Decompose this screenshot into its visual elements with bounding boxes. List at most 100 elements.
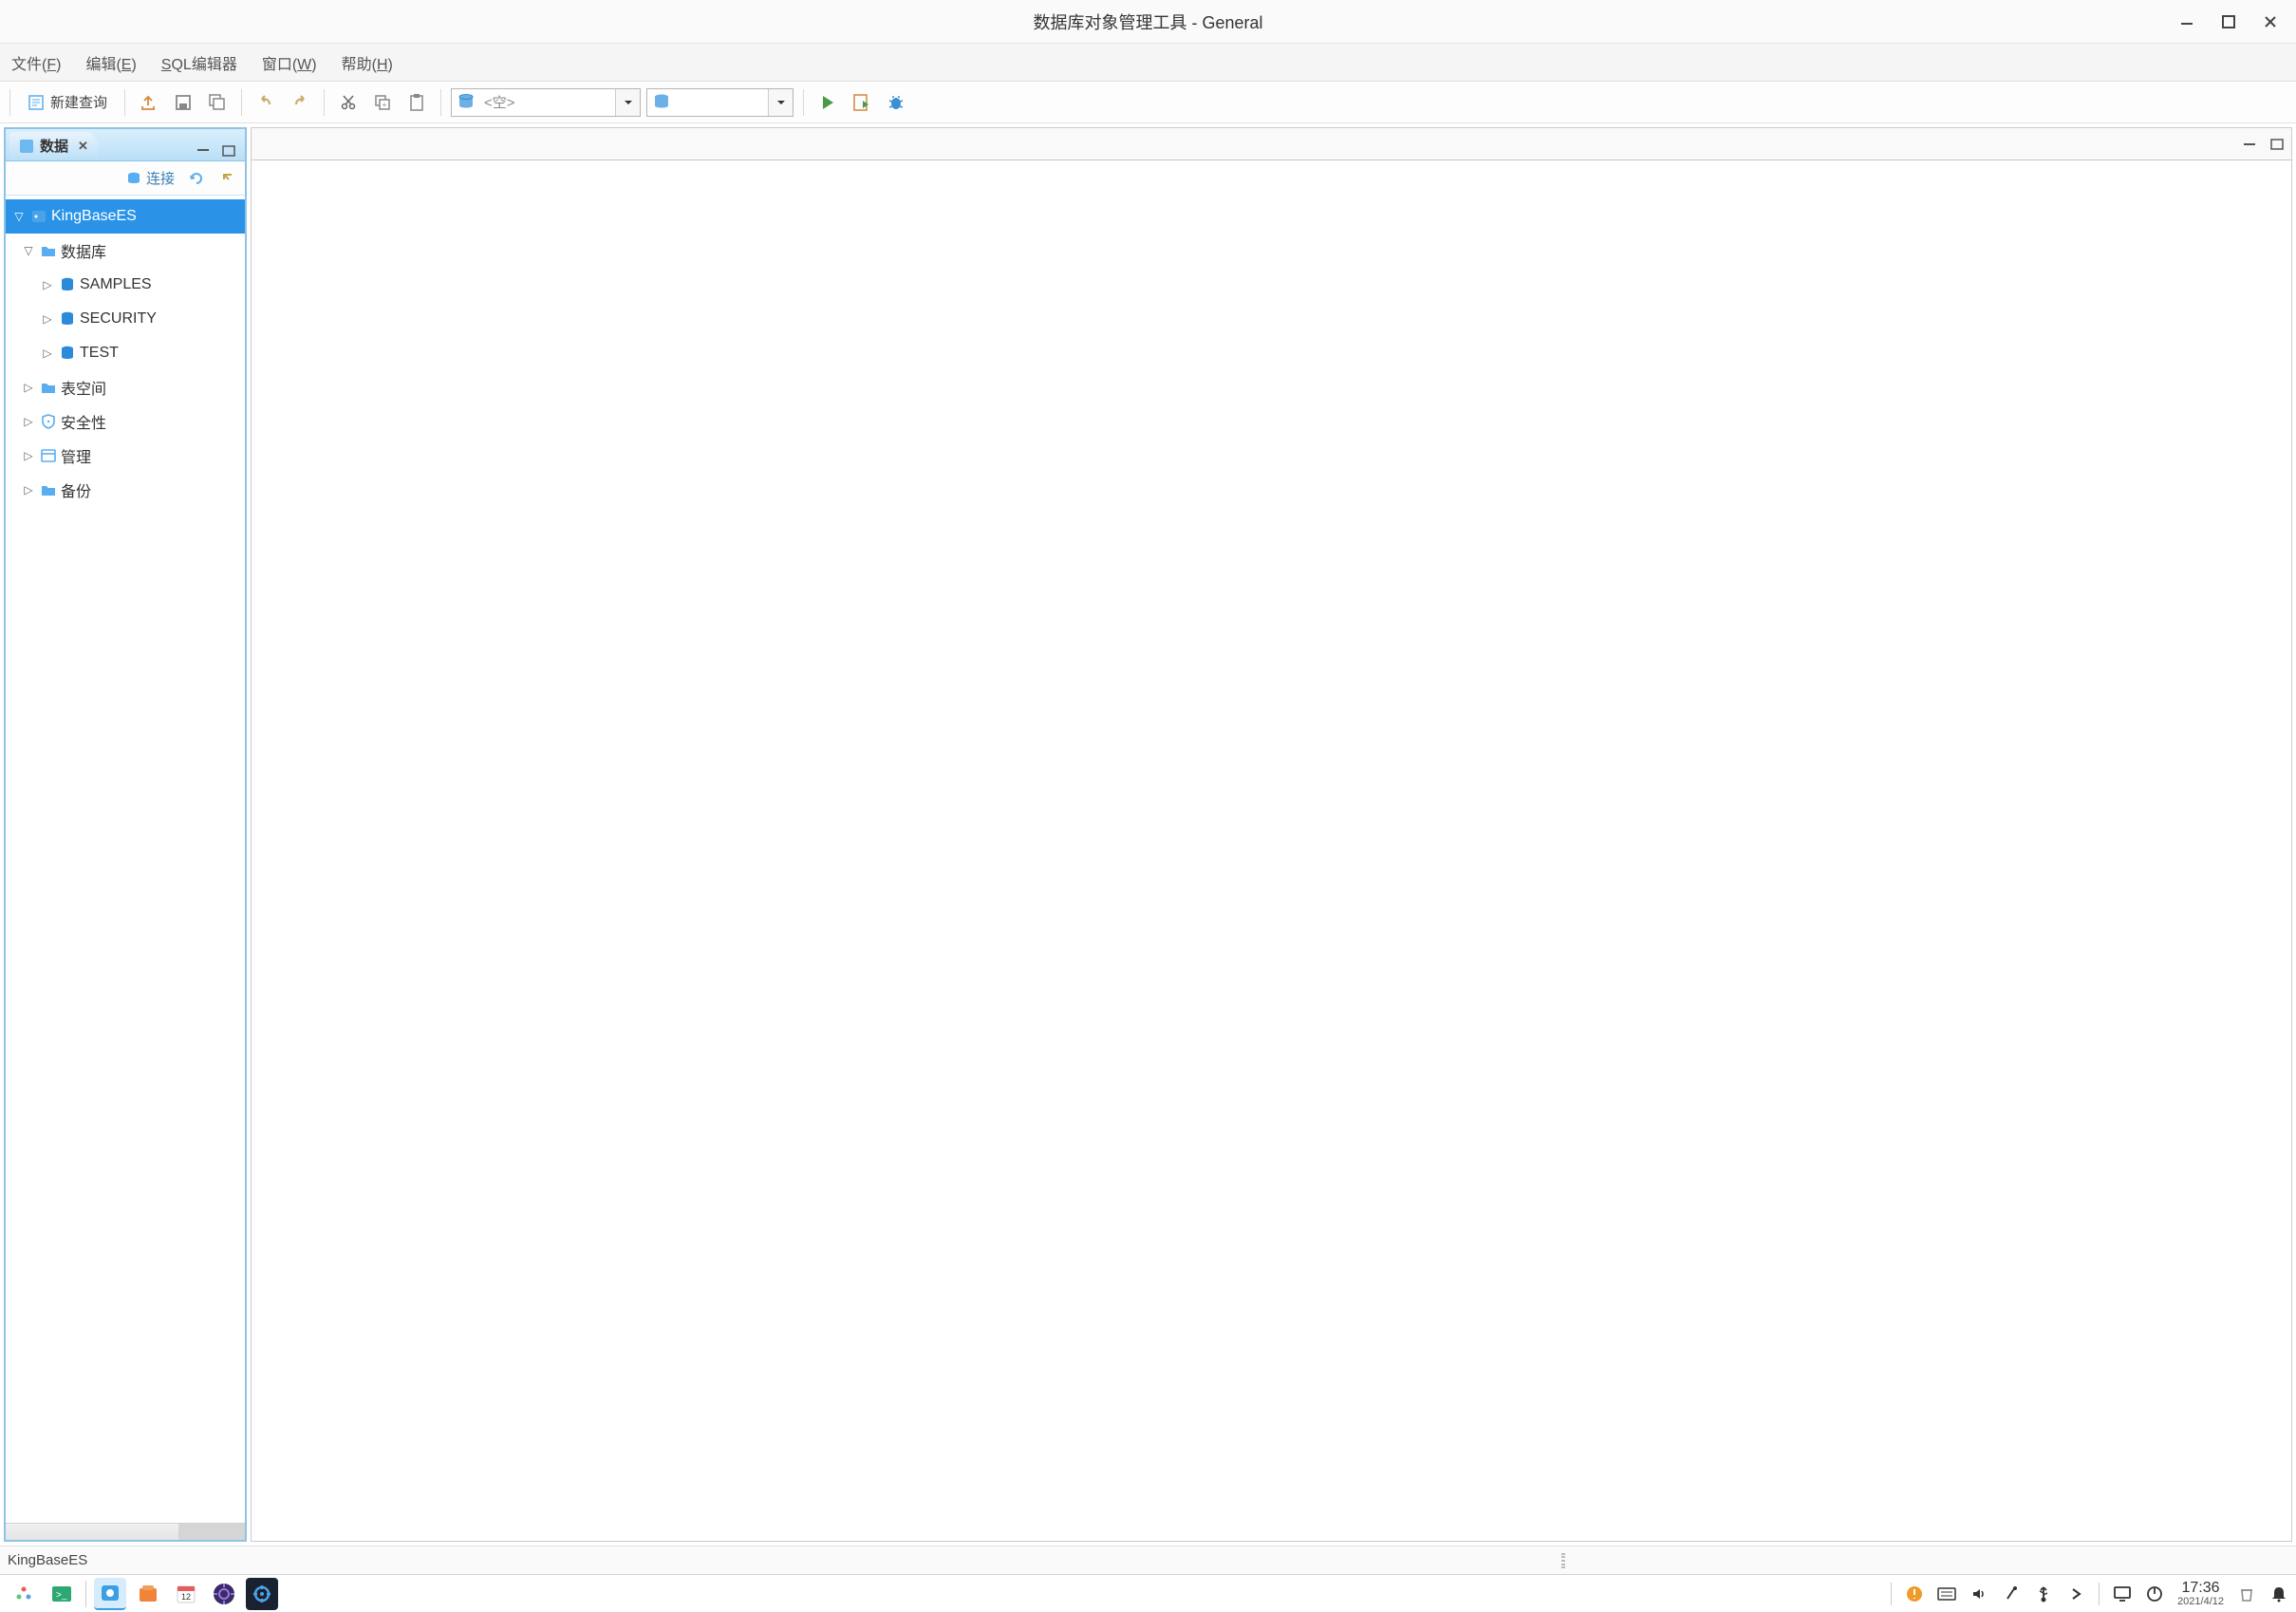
bug-icon (887, 93, 905, 112)
tray-monitor-icon[interactable] (2113, 1584, 2132, 1603)
export-button[interactable] (135, 88, 163, 117)
tree-root-kingbase[interactable]: ▽ KingBaseES (6, 199, 245, 234)
clock[interactable]: 17:36 2021/4/12 (2177, 1580, 2224, 1608)
expand-icon[interactable]: ▽ (21, 244, 36, 257)
expand-icon[interactable]: ▷ (21, 449, 36, 462)
menu-file[interactable]: 文件(F) (11, 51, 61, 74)
undo-button[interactable] (252, 88, 280, 117)
tray-next-icon[interactable] (2066, 1584, 2085, 1603)
run-button[interactable] (813, 88, 842, 117)
folder-icon (40, 379, 57, 396)
menu-edit[interactable]: 编辑(E) (85, 51, 136, 74)
sidebar-tab-data[interactable]: 数据 ✕ (9, 132, 98, 160)
expand-icon[interactable]: ▷ (21, 381, 36, 394)
paste-icon (407, 93, 426, 112)
expand-icon[interactable]: ▷ (40, 347, 55, 360)
sql-file-icon (28, 94, 45, 111)
tray-mic-icon[interactable] (2002, 1584, 2021, 1603)
tree-view[interactable]: ▽ KingBaseES ▽ 数据库 ▷ SAMPLES ▷ SECURITY … (6, 196, 245, 1523)
expand-icon[interactable]: ▷ (40, 278, 55, 291)
redo-button[interactable] (286, 88, 314, 117)
cut-button[interactable] (334, 88, 363, 117)
debug-button[interactable] (882, 88, 910, 117)
redo-icon (290, 93, 309, 112)
settings-gear-icon[interactable] (208, 1578, 240, 1610)
start-menu-icon[interactable] (8, 1578, 40, 1610)
database-icon (59, 310, 76, 328)
svg-text:>_: >_ (56, 1590, 67, 1601)
title-bar: 数据库对象管理工具 - General (0, 0, 2296, 44)
paste-button[interactable] (402, 88, 431, 117)
datasource-combo-dropdown[interactable] (615, 89, 640, 116)
save-all-button[interactable] (203, 88, 232, 117)
tray-volume-icon[interactable] (1969, 1584, 1988, 1603)
copy-button[interactable]: + (368, 88, 397, 117)
tray-usb-icon[interactable] (2034, 1584, 2053, 1603)
terminal-icon[interactable]: >_ (46, 1578, 78, 1610)
tray-update-icon[interactable] (1905, 1584, 1924, 1603)
floppy-icon (174, 93, 193, 112)
sidebar-restore-icon[interactable] (222, 145, 235, 157)
tray-keyboard-icon[interactable] (1937, 1584, 1956, 1603)
floppy-multi-icon (208, 93, 227, 112)
new-query-label: 新建查询 (50, 92, 107, 112)
expand-icon[interactable]: ▷ (40, 312, 55, 326)
editor-restore-icon[interactable] (2270, 139, 2284, 150)
database-combo-dropdown[interactable] (768, 89, 793, 116)
database-icon (59, 345, 76, 362)
expand-icon[interactable]: ▷ (21, 415, 36, 428)
tree-db-security[interactable]: ▷ SECURITY (6, 302, 245, 336)
connect-button[interactable]: 连接 (125, 168, 175, 188)
editor-minimize-icon[interactable] (2242, 140, 2257, 149)
sidebar-subtoolbar: 连接 (6, 161, 245, 196)
database-stack-icon (456, 92, 476, 113)
tray-trash-icon[interactable] (2237, 1584, 2256, 1603)
tree-db-samples[interactable]: ▷ SAMPLES (6, 268, 245, 302)
expand-icon[interactable]: ▷ (21, 483, 36, 497)
run-script-button[interactable] (848, 88, 876, 117)
status-bar: KingBaseES (0, 1546, 2296, 1574)
editor-panel (251, 127, 2292, 1542)
sidebar-panel: 数据 ✕ 连接 ▽ KingBaseES ▽ (4, 127, 247, 1542)
tray-notifications-icon[interactable] (2269, 1584, 2288, 1603)
tray-power-icon[interactable] (2145, 1584, 2164, 1603)
minimize-button[interactable] (2178, 13, 2195, 30)
refresh-icon[interactable] (188, 170, 205, 187)
tree-folder-manage[interactable]: ▷ 管理 (6, 439, 245, 473)
calendar-icon[interactable]: 12 (170, 1578, 202, 1610)
app-store-icon[interactable] (132, 1578, 164, 1610)
sidebar-tab-close[interactable]: ✕ (78, 139, 88, 154)
tree-folder-databases[interactable]: ▽ 数据库 (6, 234, 245, 268)
close-button[interactable] (2262, 13, 2279, 30)
statusbar-grip[interactable] (1561, 1553, 1565, 1568)
save-button[interactable] (169, 88, 197, 117)
sidebar-minimize-icon[interactable] (196, 145, 211, 157)
scissors-icon (339, 93, 358, 112)
database-combo[interactable] (646, 88, 793, 117)
menu-sql-editor[interactable]: SQL编辑器 (161, 51, 237, 74)
tree-folder-security[interactable]: ▷ 安全性 (6, 404, 245, 439)
tree-folder-backup[interactable]: ▷ 备份 (6, 473, 245, 507)
shield-icon (40, 413, 57, 430)
menu-window[interactable]: 窗口(W) (262, 51, 317, 74)
tree-item-label: 备份 (61, 478, 91, 501)
datasource-combo-text: <空> (480, 92, 615, 112)
tree-folder-tablespace[interactable]: ▷ 表空间 (6, 370, 245, 404)
window-title: 数据库对象管理工具 - General (1033, 9, 1262, 34)
clock-date: 2021/4/12 (2177, 1596, 2224, 1607)
expand-icon[interactable]: ▽ (11, 210, 27, 223)
file-manager-icon[interactable] (94, 1578, 126, 1610)
sidebar-scrollbar[interactable] (6, 1523, 245, 1540)
folder-icon (40, 481, 57, 498)
collapse-icon[interactable] (218, 170, 235, 187)
datasource-combo[interactable]: <空> (451, 88, 641, 117)
tree-item-label: SECURITY (80, 310, 157, 328)
folder-icon (40, 242, 57, 259)
tree-db-test[interactable]: ▷ TEST (6, 336, 245, 370)
app-kingbase-icon[interactable] (246, 1578, 278, 1610)
menu-bar: 文件(F) 编辑(E) SQL编辑器 窗口(W) 帮助(H) (0, 44, 2296, 82)
maximize-button[interactable] (2220, 13, 2237, 30)
svg-text:12: 12 (181, 1592, 191, 1602)
new-query-button[interactable]: 新建查询 (20, 89, 115, 115)
menu-help[interactable]: 帮助(H) (342, 51, 393, 74)
